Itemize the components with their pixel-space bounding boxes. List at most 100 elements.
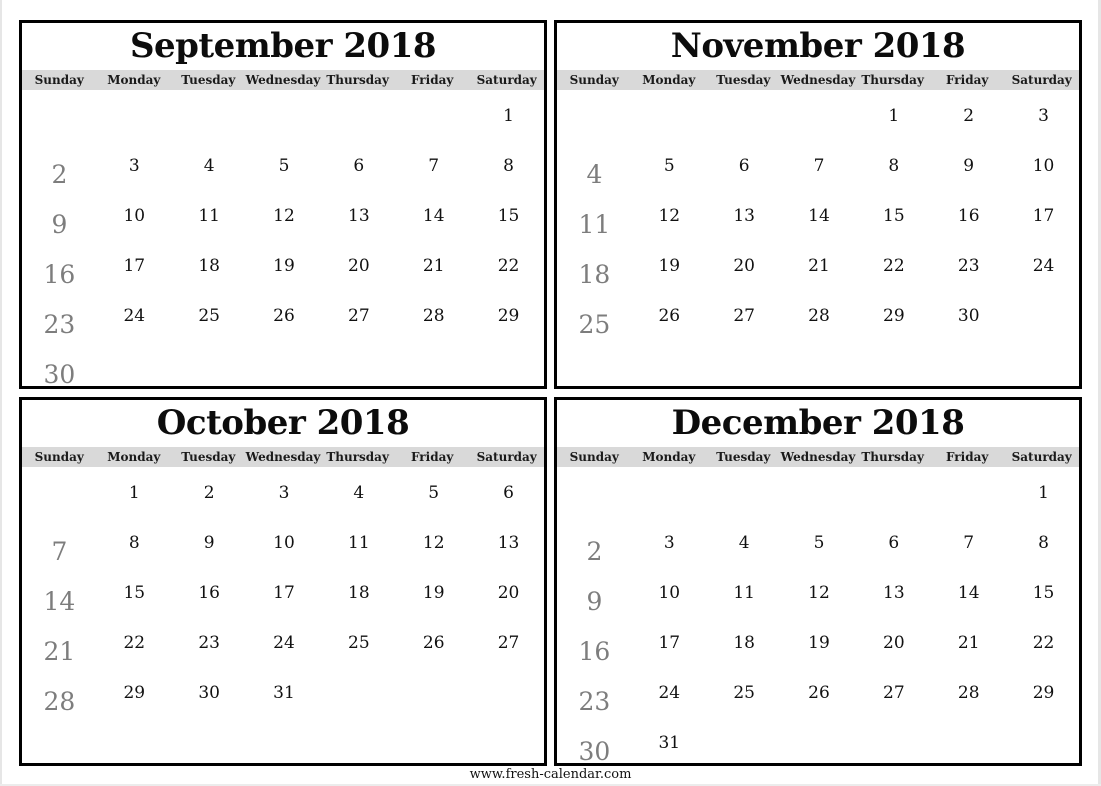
weekday-label: Sunday xyxy=(34,450,84,464)
date-cell: 13 xyxy=(497,533,520,553)
date-cell: 4 xyxy=(203,156,215,176)
date-cell: 12 xyxy=(273,206,295,226)
date-cell: 28 xyxy=(957,683,980,703)
date-cell: 18 xyxy=(348,583,370,603)
day-grid: 1 2 3 4 5 6 7 8 9 10 11 12 13 14 15 16 17 18 19 20 21 22 23 24 2… xyxy=(22,467,544,763)
month-panel-october: October 2018 Sunday Monday Tuesday Wedne… xyxy=(19,397,547,766)
date-cell: 25 xyxy=(348,633,370,653)
sunday-date: 16 xyxy=(43,260,76,289)
month-title: November 2018 xyxy=(670,26,966,66)
date-cell: 11 xyxy=(348,533,370,553)
date-cell: 11 xyxy=(198,206,220,226)
date-cell: 1 xyxy=(1038,483,1049,503)
weekday-label: Tuesday xyxy=(181,73,236,87)
weekday-label: Monday xyxy=(642,73,696,87)
month-panel-november: November 2018 Sunday Monday Tuesday Wedn… xyxy=(554,20,1082,389)
sunday-date: 16 xyxy=(578,637,611,666)
weekday-label: Thursday xyxy=(326,450,389,464)
date-cell: 20 xyxy=(497,583,520,603)
weekday-label: Tuesday xyxy=(716,73,771,87)
date-cell: 5 xyxy=(428,483,440,503)
date-cell: 8 xyxy=(503,156,514,176)
date-cell: 20 xyxy=(348,256,370,276)
sunday-date: 18 xyxy=(578,260,611,289)
date-cell: 22 xyxy=(123,633,146,653)
weekday-label: Wednesday xyxy=(780,450,856,464)
date-cell: 4 xyxy=(738,533,750,553)
date-cell: 29 xyxy=(1032,683,1055,703)
date-cell: 6 xyxy=(738,156,750,176)
weekday-label: Thursday xyxy=(326,73,389,87)
date-cell: 19 xyxy=(658,256,681,276)
weekday-label: Tuesday xyxy=(181,450,236,464)
month-title: September 2018 xyxy=(129,26,437,66)
sunday-date: 21 xyxy=(43,637,76,666)
date-cell: 3 xyxy=(1038,106,1049,126)
date-cell: 13 xyxy=(733,206,755,226)
weekday-label: Saturday xyxy=(1011,450,1072,464)
weekday-header: Sunday Monday Tuesday Wednesday Thursday… xyxy=(22,447,544,467)
date-cell: 7 xyxy=(813,156,825,176)
date-cell: 7 xyxy=(963,533,975,553)
date-cell: 10 xyxy=(123,206,146,226)
date-cell: 14 xyxy=(422,206,445,226)
date-cell: 6 xyxy=(353,156,365,176)
date-cell: 7 xyxy=(428,156,440,176)
day-grid: 1 2 3 4 5 6 7 8 9 10 11 12 13 14 15 16 17 18 19 20 21 22 23 24 2… xyxy=(557,90,1079,386)
date-cell: 30 xyxy=(198,683,220,703)
date-cell: 15 xyxy=(883,206,905,226)
date-cell: 26 xyxy=(658,306,681,326)
month-panel-december: December 2018 Sunday Monday Tuesday Wedn… xyxy=(554,397,1082,766)
date-cell: 4 xyxy=(353,483,365,503)
date-cell: 16 xyxy=(957,206,980,226)
date-cell: 15 xyxy=(123,583,146,603)
date-cell: 22 xyxy=(1032,633,1055,653)
date-cell: 12 xyxy=(658,206,681,226)
date-cell: 19 xyxy=(808,633,830,653)
date-cell: 17 xyxy=(1032,206,1055,226)
sunday-date: 25 xyxy=(578,310,611,339)
weekday-label: Friday xyxy=(411,73,454,87)
date-cell: 20 xyxy=(733,256,755,276)
date-cell: 14 xyxy=(957,583,980,603)
date-cell: 22 xyxy=(497,256,520,276)
sunday-date: 7 xyxy=(51,537,68,566)
sunday-date: 23 xyxy=(578,687,611,716)
date-cell: 24 xyxy=(658,683,681,703)
weekday-label: Thursday xyxy=(861,450,924,464)
date-cell: 21 xyxy=(957,633,980,653)
sunday-date: 23 xyxy=(43,310,76,339)
weekday-label: Friday xyxy=(411,450,454,464)
sunday-date: 2 xyxy=(51,160,68,189)
day-grid: 1 2 3 4 5 6 7 8 9 10 11 12 13 14 15 16 17 18 19 20 21 22 23 24 2… xyxy=(22,90,544,389)
date-cell: 27 xyxy=(497,633,520,653)
date-cell: 30 xyxy=(957,306,980,326)
date-cell: 25 xyxy=(733,683,755,703)
sunday-date: 14 xyxy=(43,587,76,616)
date-cell: 18 xyxy=(198,256,220,276)
date-cell: 18 xyxy=(733,633,755,653)
date-cell: 21 xyxy=(808,256,830,276)
date-cell: 24 xyxy=(123,306,146,326)
date-cell: 3 xyxy=(663,533,675,553)
weekday-label: Monday xyxy=(107,450,161,464)
day-grid: 1 2 3 4 5 6 7 8 9 10 11 12 13 14 15 16 17 18 19 20 21 22 23 24 2… xyxy=(557,467,1079,766)
month-title: October 2018 xyxy=(156,403,410,443)
date-cell: 2 xyxy=(203,483,215,503)
date-cell: 19 xyxy=(422,583,445,603)
date-cell: 20 xyxy=(883,633,905,653)
date-cell: 27 xyxy=(348,306,370,326)
date-cell: 19 xyxy=(273,256,295,276)
date-cell: 27 xyxy=(883,683,905,703)
date-cell: 26 xyxy=(808,683,830,703)
date-cell: 22 xyxy=(883,256,905,276)
date-cell: 29 xyxy=(883,306,905,326)
date-cell: 1 xyxy=(128,483,140,503)
weekday-label: Thursday xyxy=(861,73,924,87)
date-cell: 21 xyxy=(422,256,445,276)
date-cell: 13 xyxy=(883,583,905,603)
month-title: December 2018 xyxy=(671,403,965,443)
weekday-label: Monday xyxy=(107,73,161,87)
date-cell: 10 xyxy=(658,583,681,603)
weekday-label: Saturday xyxy=(476,73,537,87)
